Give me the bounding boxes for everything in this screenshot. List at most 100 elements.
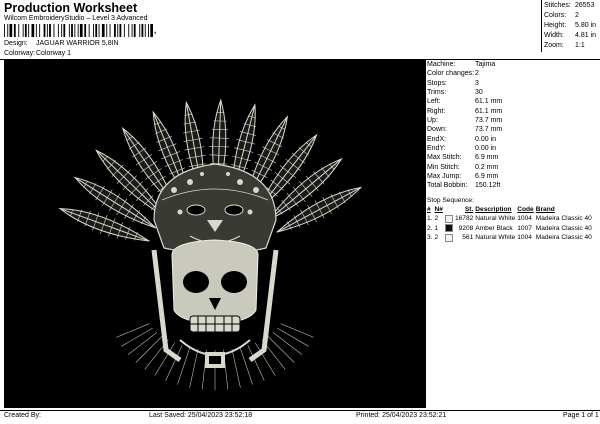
colorway-row: Colorway:Colorway 1 <box>4 50 71 57</box>
thread-brand: Madeira Classic 40 <box>535 215 592 223</box>
spec-row: EndY: 0.00 in <box>427 144 599 153</box>
color-swatch <box>444 233 453 242</box>
spec-label: Min Stitch: <box>427 163 460 171</box>
table-header-row: # N# St. Description Code Brand <box>427 205 594 214</box>
page-number: Page 1 of 1 <box>563 412 599 419</box>
spec-label: Total Bobbin: <box>427 182 468 190</box>
spec-value: 73.7 mm <box>475 126 503 134</box>
worksheet-title: Production Worksheet <box>4 1 138 15</box>
spec-row: Total Bobbin: 150.12ft <box>427 181 599 190</box>
spec-label: Left: <box>427 98 441 106</box>
machine-specs: Machine: Tajima Color changes:2 Stops: 3 Trim… <box>427 60 599 191</box>
last-saved: Last Saved: 25/04/2023 23:52:18 <box>149 412 253 419</box>
spec-label: Color changes: <box>427 70 475 78</box>
color-swatch <box>444 214 453 223</box>
spec-label: Right: <box>427 107 446 115</box>
table-row: 1. 2 16782 Natural White 1004 Madeira Classic… <box>427 214 594 224</box>
thread-brand: Madeira Classic 40 <box>535 234 592 242</box>
design-name-row: Design: JAGUAR WARRIOR 5,8IN <box>4 40 119 47</box>
column-header: Description <box>475 206 512 213</box>
spec-label: Stops: <box>427 79 447 87</box>
jaguar-warrior-embroidery-image <box>58 98 363 390</box>
thread-description: Amber Black <box>475 224 513 232</box>
spec-value: 61.1 mm <box>475 98 503 106</box>
design-label: Design: <box>4 40 28 47</box>
created-by: Created By: <box>4 412 41 419</box>
stat-label: Height: <box>544 22 567 29</box>
stat-value: 26553 <box>575 2 595 9</box>
spec-value: 6.9 mm <box>475 173 499 181</box>
spec-value: 0.00 in <box>475 145 497 153</box>
spec-row: Down: 73.7 mm <box>427 125 599 134</box>
spec-value: 3 <box>475 79 479 87</box>
stop-sequence-title-row: Stop Sequence: <box>427 195 594 205</box>
printed-date: Printed: 25/04/2023 23:52:21 <box>356 412 447 419</box>
thread-description: Natural White <box>475 234 516 242</box>
stitch-count: 561 <box>462 234 474 242</box>
spec-label: EndX: <box>427 135 447 143</box>
stitch-count: 9208 <box>458 224 474 232</box>
barcode-mark: , <box>154 26 157 35</box>
spec-row: Max Stitch: 6.9 mm <box>427 153 599 162</box>
stat-value: 2 <box>575 12 579 19</box>
spec-label: EndY: <box>427 145 446 153</box>
stat-label: Width: <box>544 32 564 39</box>
spec-row: Trims: 30 <box>427 88 599 97</box>
spec-row: Color changes:2 <box>427 69 599 78</box>
spec-row: EndX: 0.00 in <box>427 135 599 144</box>
thread-swatch <box>444 233 455 243</box>
column-header <box>445 205 455 214</box>
spec-value: 0.00 in <box>475 135 497 143</box>
spec-row: Up: 73.7 mm <box>427 116 599 125</box>
table-row: 2. 1 9208 Amber Black 1007 Madeira Classic 40 <box>427 224 594 234</box>
seq-number: 1. <box>427 215 433 223</box>
stat-value: 4.81 in <box>575 32 597 39</box>
spec-label: Max Stitch: <box>427 154 462 162</box>
spec-row: Max Jump: 6.9 mm <box>427 172 599 181</box>
stat-colors: Colors: 2 <box>544 11 598 21</box>
stat-value: 1:1 <box>575 42 585 49</box>
spec-value: 6.9 mm <box>475 154 499 162</box>
spec-row: Left: 61.1 mm <box>427 97 599 106</box>
spec-value: 61.1 mm <box>475 107 503 115</box>
stat-value: 5.80 in <box>575 22 597 29</box>
column-header: N# <box>434 206 443 213</box>
spec-value: 0.2 mm <box>475 163 499 171</box>
stat-zoom: Zoom: 1:1 <box>544 41 598 51</box>
spec-label: Up: <box>427 117 438 125</box>
thread-swatch <box>444 214 455 224</box>
spec-row: Machine: Tajima <box>427 60 599 69</box>
footer-divider <box>0 410 600 411</box>
spec-label: Max Jump: <box>427 173 462 181</box>
spec-label: Trims: <box>427 89 447 97</box>
spec-value: 73.7 mm <box>475 117 503 125</box>
software-name: Wilcom EmbroideryStudio – Level 3 Advanc… <box>4 15 148 22</box>
seq-number: 3. <box>427 234 433 242</box>
needle-number: 2 <box>434 234 439 242</box>
stitch-count: 16782 <box>454 215 474 223</box>
spec-value: 150.12ft <box>475 182 501 190</box>
thread-code: 1004 <box>517 215 532 223</box>
thread-code: 1007 <box>517 224 532 232</box>
thread-description: Natural White <box>475 215 516 223</box>
spec-row: Stops: 3 <box>427 79 599 88</box>
spec-row: Min Stitch: 0.2 mm <box>427 163 599 172</box>
spec-value: 2 <box>475 70 479 78</box>
stat-label: Zoom: <box>544 42 564 49</box>
design-preview <box>4 60 426 408</box>
column-header: St. <box>464 206 474 213</box>
spec-value: 30 <box>475 89 483 97</box>
table-row: 3. 2 561 Natural White 1004 Madeira Classic 4… <box>427 233 594 243</box>
stat-height: Height: 5.80 in <box>544 21 598 31</box>
barcode <box>4 24 153 37</box>
thread-brand: Madeira Classic 40 <box>535 224 592 232</box>
needle-number: 1 <box>434 224 439 232</box>
stat-stitches: Stitches: 26553 <box>544 1 598 11</box>
needle-number: 2 <box>434 215 439 223</box>
stats-panel: Stitches: 26553 Colors: 2 Height: 5.80 in W… <box>544 1 598 51</box>
stat-width: Width: 4.81 in <box>544 31 598 41</box>
stop-sequence-title: Stop Sequence: <box>427 196 474 204</box>
spec-row: Right: 61.1 mm <box>427 107 599 116</box>
thread-swatch <box>444 224 455 234</box>
spec-label: Down: <box>427 126 447 134</box>
